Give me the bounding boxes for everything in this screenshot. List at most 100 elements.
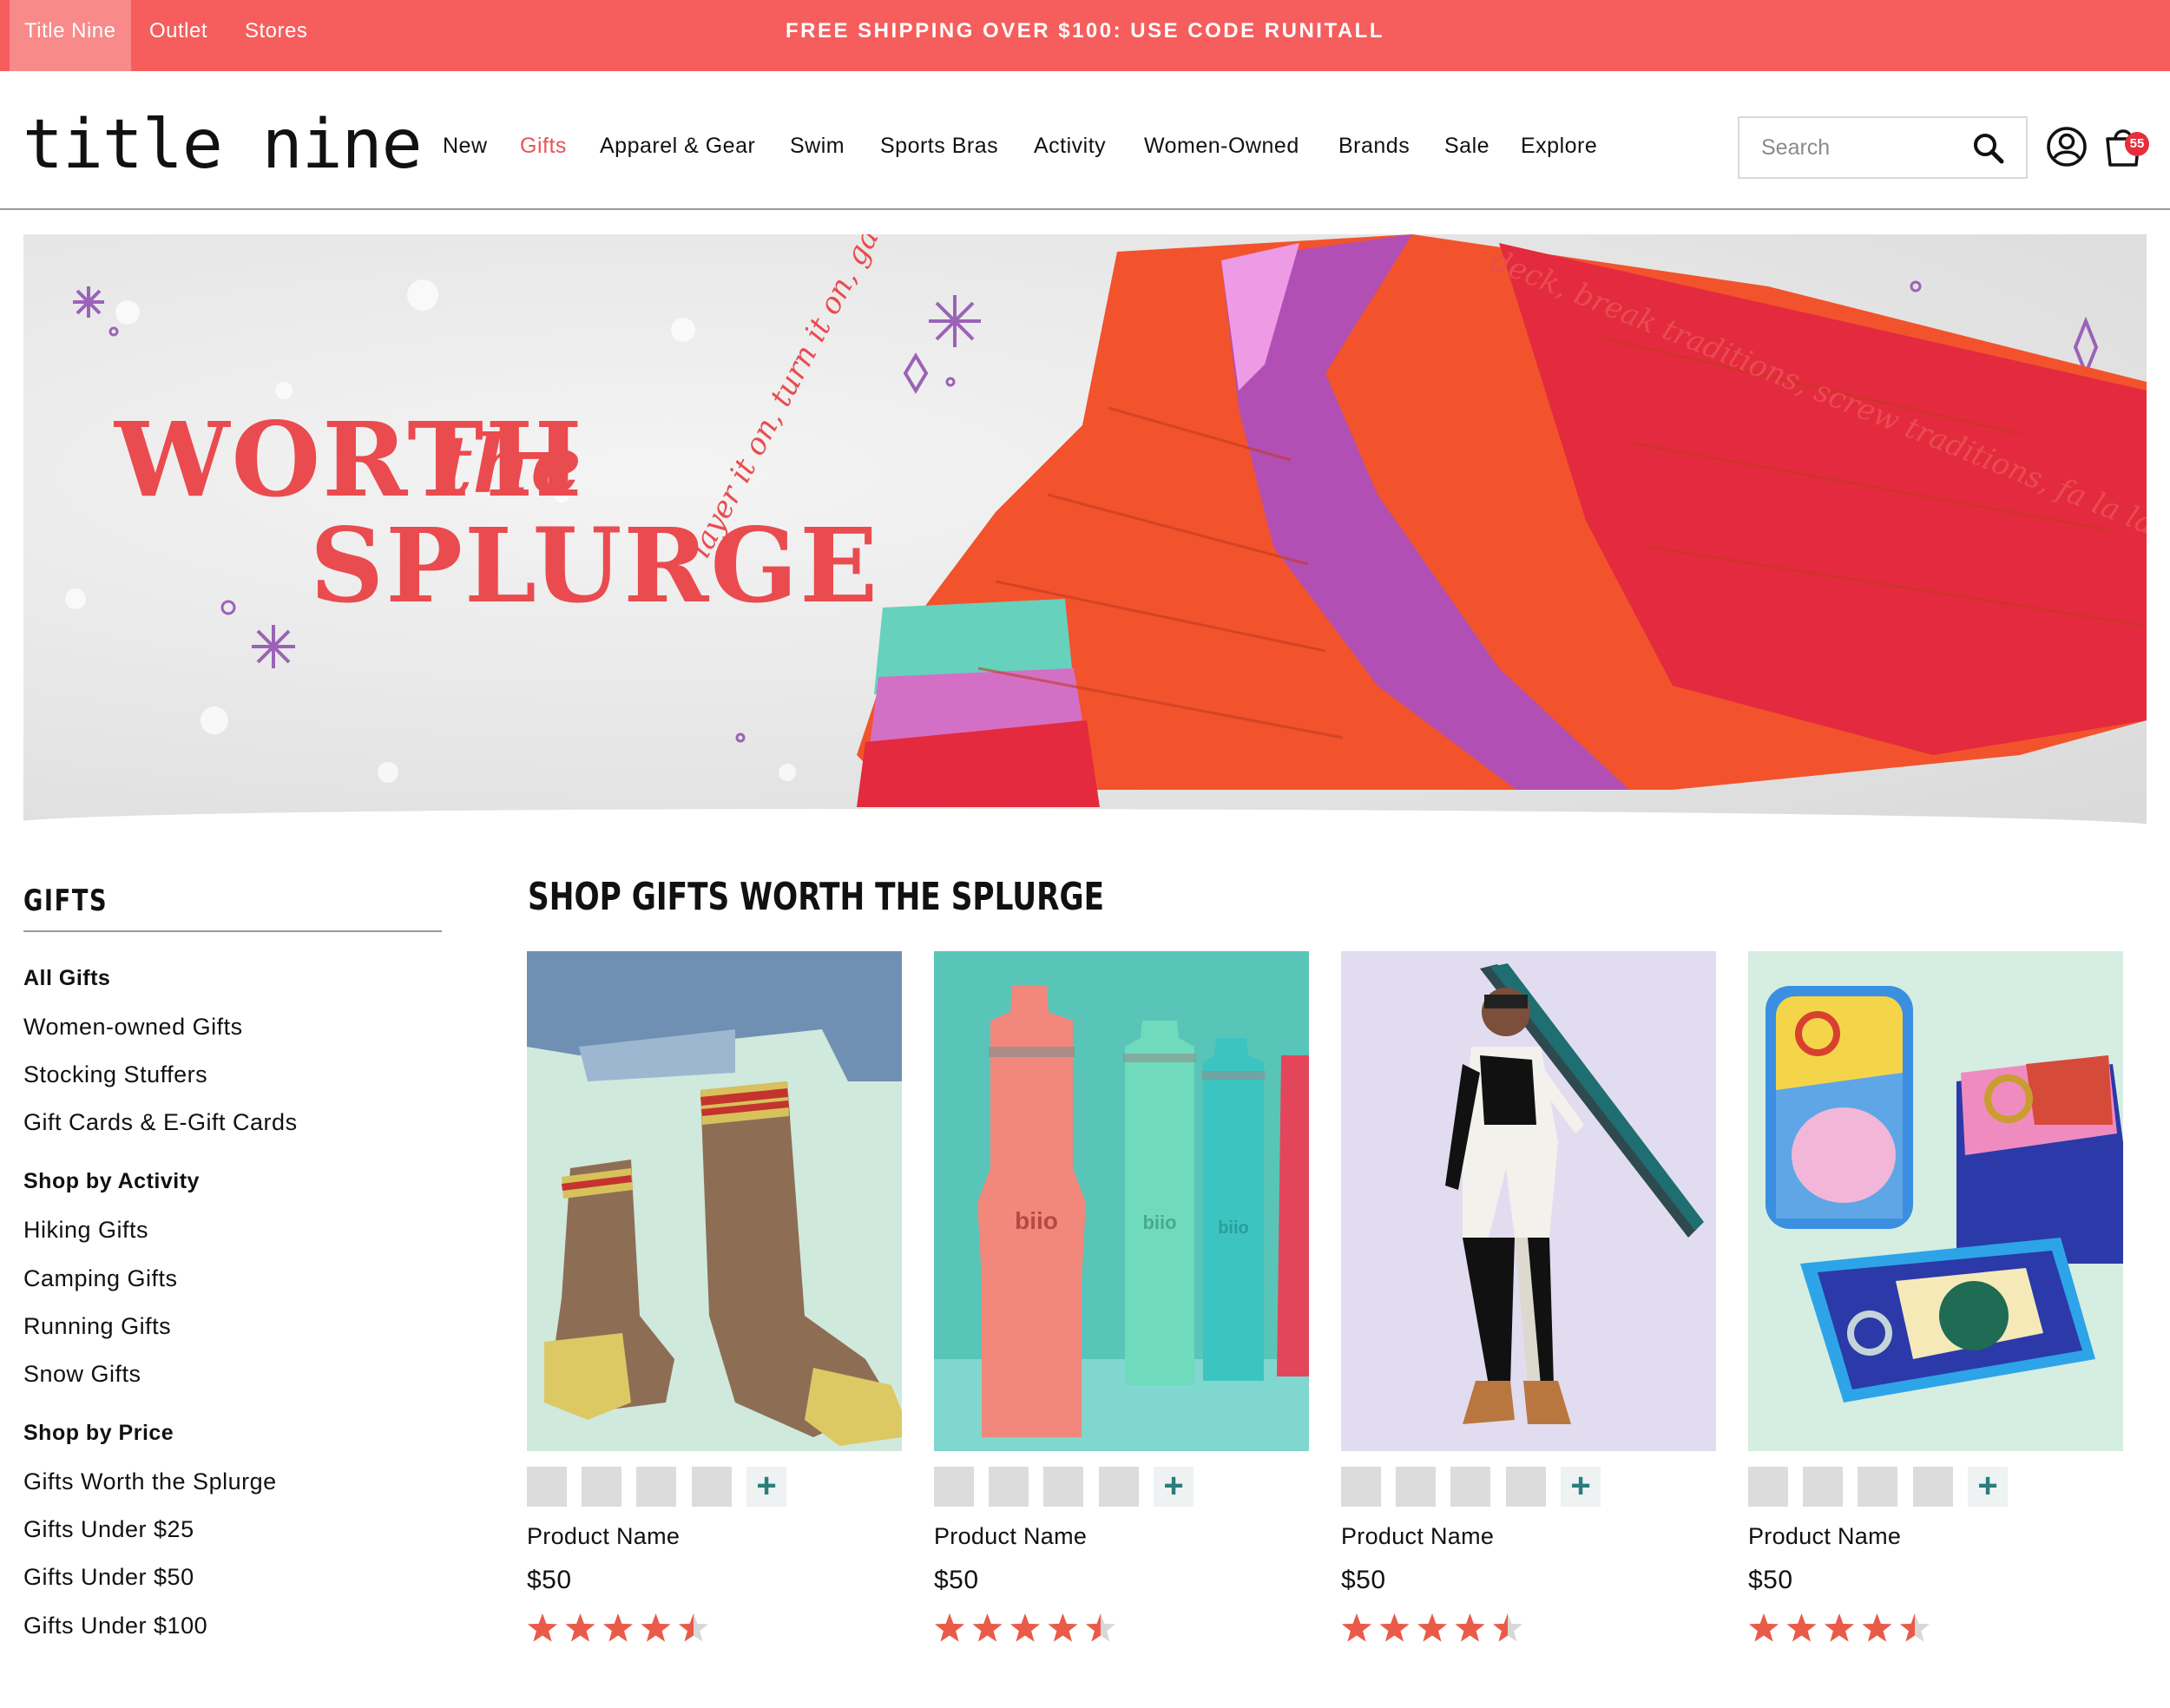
color-swatch[interactable]	[1748, 1467, 1788, 1507]
star-icon	[641, 1613, 671, 1642]
product-image[interactable]	[527, 951, 902, 1451]
product-price: $50	[934, 1566, 979, 1594]
product-name[interactable]: Product Name	[1748, 1521, 1901, 1552]
star-icon	[1492, 1613, 1523, 1642]
star-icon	[1862, 1613, 1892, 1642]
color-swatch[interactable]	[1099, 1467, 1139, 1507]
star-icon	[565, 1613, 595, 1642]
cart-count-badge: 55	[2125, 132, 2149, 156]
star-icon	[1085, 1613, 1116, 1642]
star-icon	[1899, 1613, 1930, 1642]
color-swatch[interactable]	[1913, 1467, 1953, 1507]
rating-stars	[1341, 1613, 1523, 1642]
nav-swim[interactable]: Swim	[790, 128, 845, 163]
product-card: + Product Name $50	[1341, 951, 1716, 1663]
product-image[interactable]	[1748, 951, 2123, 1451]
nav-apparel-gear[interactable]: Apparel & Gear	[600, 128, 755, 163]
product-image[interactable]: biio biio biio	[934, 951, 1309, 1451]
star-icon	[1379, 1613, 1410, 1642]
star-icon	[934, 1613, 965, 1642]
color-swatch[interactable]	[989, 1467, 1029, 1507]
sidebar-heading-shop-by-price: Shop by Price	[23, 1421, 174, 1445]
nav-activity[interactable]: Activity	[1034, 128, 1106, 163]
sidebar-item-all-gifts[interactable]: All Gifts	[23, 962, 110, 994]
nav-women-owned[interactable]: Women-Owned	[1144, 128, 1299, 163]
nav-sports-bras[interactable]: Sports Bras	[880, 128, 998, 163]
sidebar-item-gifts-under-100[interactable]: Gifts Under $100	[23, 1610, 207, 1641]
product-name[interactable]: Product Name	[1341, 1521, 1494, 1552]
sidebar-divider	[23, 930, 442, 932]
svg-text:biio: biio	[1218, 1219, 1249, 1238]
search-input[interactable]	[1739, 118, 1965, 177]
nav-sale[interactable]: Sale	[1444, 128, 1489, 163]
hero-banner[interactable]: WORTH the SPLURGE layer it on, turn it o…	[23, 234, 2147, 833]
star-icon	[602, 1613, 634, 1642]
more-swatches-button[interactable]: +	[1154, 1467, 1194, 1507]
color-swatch[interactable]	[527, 1467, 567, 1507]
color-swatch[interactable]	[1341, 1467, 1381, 1507]
hero-title-the: the	[436, 417, 582, 511]
product-card: + Product Name $50	[527, 951, 902, 1663]
more-swatches-button[interactable]: +	[1561, 1467, 1601, 1507]
star-icon	[527, 1613, 558, 1642]
user-icon[interactable]	[2045, 125, 2088, 168]
star-icon	[1786, 1613, 1817, 1642]
star-icon	[1417, 1613, 1448, 1642]
star-icon	[972, 1613, 1003, 1642]
nav-new[interactable]: New	[443, 128, 488, 163]
product-price: $50	[1341, 1566, 1386, 1594]
free-shipping-banner: FREE SHIPPING OVER $100: USE CODE RUNITA…	[786, 19, 1384, 43]
color-swatch[interactable]	[1506, 1467, 1546, 1507]
nav-explore[interactable]: Explore	[1521, 128, 1597, 163]
promo-bar: Title Nine Outlet Stores FREE SHIPPING O…	[0, 0, 2170, 71]
svg-text:biio: biio	[1015, 1207, 1058, 1234]
product-card: + Product Name $50	[1748, 951, 2123, 1663]
sidebar-item-camping-gifts[interactable]: Camping Gifts	[23, 1263, 178, 1294]
rating-stars	[934, 1613, 1116, 1642]
sidebar-heading-shop-by-activity: Shop by Activity	[23, 1169, 200, 1193]
color-swatch[interactable]	[934, 1467, 974, 1507]
color-swatch[interactable]	[1858, 1467, 1897, 1507]
product-name[interactable]: Product Name	[934, 1521, 1087, 1552]
search-icon[interactable]	[1972, 132, 2005, 165]
search-box	[1738, 116, 2028, 179]
color-swatch[interactable]	[582, 1467, 621, 1507]
nav-brands[interactable]: Brands	[1338, 128, 1410, 163]
nav-gifts[interactable]: Gifts	[520, 128, 567, 163]
product-price: $50	[1748, 1566, 1793, 1594]
svg-text:biio: biio	[1142, 1212, 1176, 1233]
star-icon	[1009, 1613, 1041, 1642]
color-swatch[interactable]	[1043, 1467, 1083, 1507]
color-swatch[interactable]	[1396, 1467, 1436, 1507]
hero-title-splurge: SPLURGE	[310, 505, 880, 626]
sidebar-item-women-owned-gifts[interactable]: Women-owned Gifts	[23, 1011, 243, 1042]
sidebar-item-hiking-gifts[interactable]: Hiking Gifts	[23, 1214, 148, 1245]
color-swatch[interactable]	[636, 1467, 676, 1507]
rating-stars	[1748, 1613, 1930, 1642]
color-swatch[interactable]	[1803, 1467, 1843, 1507]
product-name[interactable]: Product Name	[527, 1521, 680, 1552]
site-logo[interactable]: title nine	[23, 109, 423, 181]
page-title: SHOP GIFTS WORTH THE SPLURGE	[528, 875, 1105, 919]
star-icon	[678, 1613, 709, 1642]
sidebar-item-snow-gifts[interactable]: Snow Gifts	[23, 1358, 141, 1389]
star-icon	[1824, 1613, 1855, 1642]
product-price: $50	[527, 1566, 572, 1594]
sidebar-item-stocking-stuffers[interactable]: Stocking Stuffers	[23, 1059, 207, 1090]
sidebar-item-gift-cards[interactable]: Gift Cards & E-Gift Cards	[23, 1107, 298, 1138]
color-swatch[interactable]	[1450, 1467, 1490, 1507]
star-icon	[1341, 1613, 1372, 1642]
product-image[interactable]	[1341, 951, 1716, 1451]
rating-stars	[527, 1613, 709, 1642]
site-header: title nine New Gifts Apparel & Gear Swim…	[0, 71, 2170, 210]
sidebar-item-gifts-under-50[interactable]: Gifts Under $50	[23, 1561, 194, 1593]
sidebar-item-gifts-worth-the-splurge[interactable]: Gifts Worth the Splurge	[23, 1466, 277, 1497]
sidebar-item-running-gifts[interactable]: Running Gifts	[23, 1311, 171, 1342]
sidebar-item-gifts-under-25[interactable]: Gifts Under $25	[23, 1514, 194, 1545]
more-swatches-button[interactable]: +	[1968, 1467, 2008, 1507]
color-swatch[interactable]	[692, 1467, 732, 1507]
product-card: biio biio biio + Product Name $50	[934, 951, 1309, 1663]
sidebar-title: GIFTS	[23, 884, 108, 918]
more-swatches-button[interactable]: +	[746, 1467, 786, 1507]
star-icon	[1748, 1613, 1779, 1642]
